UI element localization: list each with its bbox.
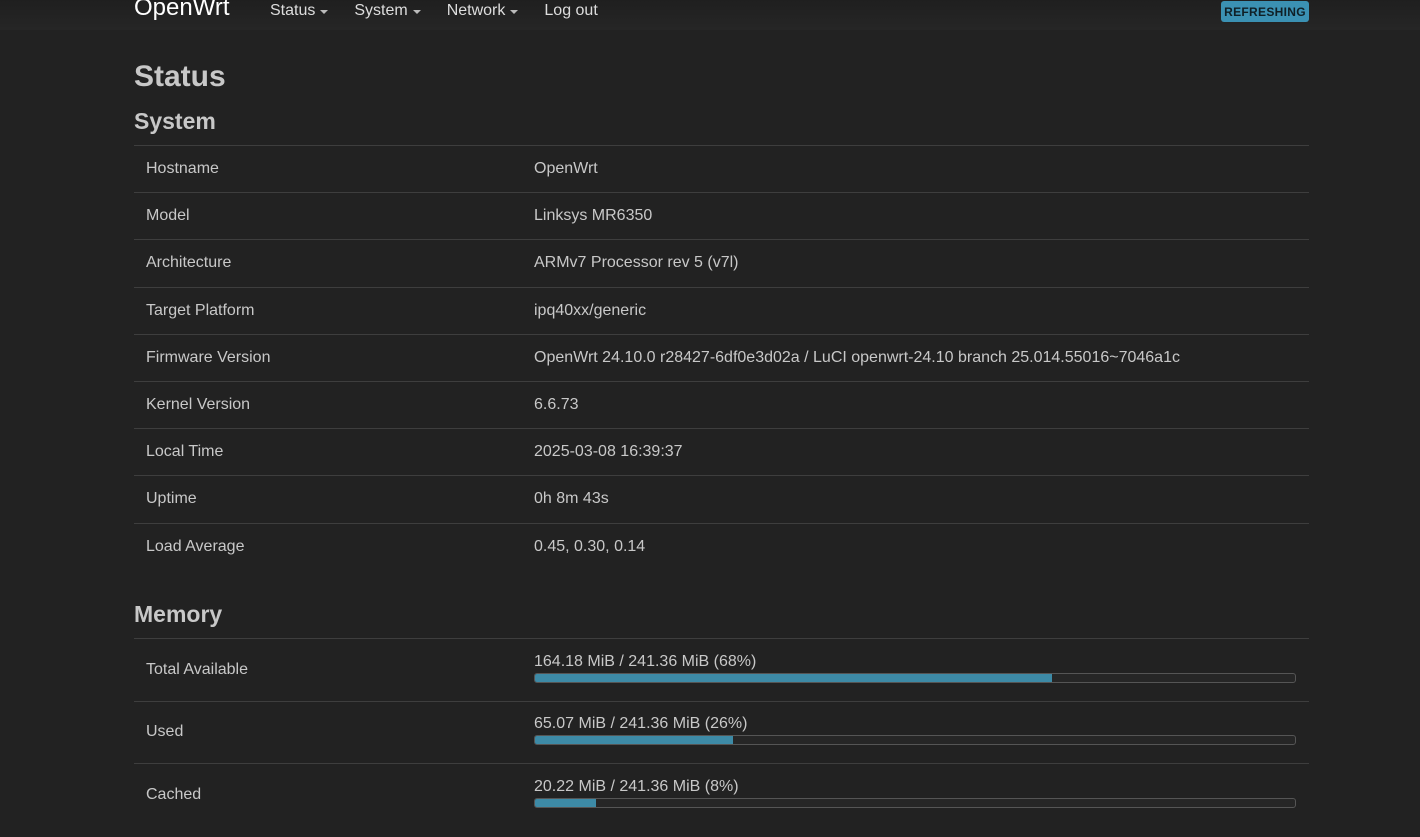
- table-row: Firmware Version OpenWrt 24.10.0 r28427-6…: [134, 334, 1309, 381]
- memory-progress-bar: [534, 735, 1296, 746]
- system-field-label: Load Average: [146, 537, 245, 555]
- system-section-heading: System: [134, 108, 216, 134]
- memory-usage-cell: 164.18 MiB / 241.36 MiB (68%): [522, 639, 1309, 702]
- memory-progress-bar: [534, 672, 1296, 683]
- memory-usage-cell: 20.22 MiB / 241.36 MiB (8%): [522, 764, 1309, 827]
- memory-usage-text: 20.22 MiB / 241.36 MiB (8%): [534, 778, 739, 795]
- system-field-value: ARMv7 Processor rev 5 (v7l): [534, 254, 739, 272]
- nav-logout-label: Log out: [544, 2, 598, 19]
- nav-status-label: Status: [270, 2, 316, 19]
- system-field-label: Architecture: [146, 254, 232, 272]
- memory-progress-fill: [535, 799, 596, 807]
- memory-field-label: Total Available: [146, 660, 248, 678]
- table-row: Local Time 2025-03-08 16:39:37: [134, 428, 1309, 476]
- table-row: Uptime 0h 8m 43s: [134, 475, 1309, 523]
- nav-network-label: Network: [446, 2, 506, 19]
- chevron-down-icon: [510, 10, 519, 14]
- table-row: Kernel Version 6.6.73: [134, 381, 1309, 428]
- memory-field-label: Used: [146, 723, 184, 741]
- memory-section-heading: Memory: [134, 601, 223, 627]
- system-field-value: OpenWrt: [534, 160, 598, 178]
- table-row: Total Available 164.18 MiB / 241.36 MiB (…: [134, 638, 1309, 702]
- chevron-down-icon: [412, 10, 421, 14]
- system-field-value: 0h 8m 43s: [534, 490, 609, 508]
- system-field-label: Firmware Version: [146, 348, 271, 366]
- memory-progress-fill: [535, 673, 1052, 682]
- refreshing-badge[interactable]: REFRESHING: [1221, 1, 1309, 22]
- table-row: Hostname OpenWrt: [134, 145, 1309, 193]
- memory-field-label: Cached: [146, 786, 202, 803]
- nav-system-label: System: [354, 2, 408, 19]
- system-field-value: ipq40xx/generic: [534, 301, 647, 319]
- system-field-label: Uptime: [146, 490, 197, 508]
- table-row: Used 65.07 MiB / 241.36 MiB (26%): [134, 701, 1309, 764]
- table-row: Cached 20.22 MiB / 241.36 MiB (8%): [134, 763, 1309, 827]
- system-field-label: Hostname: [146, 160, 219, 178]
- nav-status-menu[interactable]: Status: [270, 0, 329, 22]
- main-nav: Status System Network Log out: [270, 0, 624, 22]
- system-field-value: 0.45, 0.30, 0.14: [534, 537, 646, 555]
- brand-logo[interactable]: OpenWrt: [134, 0, 230, 22]
- system-field-label: Local Time: [146, 443, 224, 461]
- table-row: Target Platform ipq40xx/generic: [134, 287, 1309, 334]
- system-field-value: 6.6.73: [534, 396, 579, 414]
- system-field-label: Kernel Version: [146, 396, 251, 414]
- chevron-down-icon: [320, 10, 329, 14]
- top-navbar: OpenWrt Status System Network Log out RE…: [0, 0, 1420, 30]
- page-title: Status: [134, 60, 226, 93]
- memory-info-table: Total Available 164.18 MiB / 241.36 MiB (…: [134, 638, 1309, 826]
- system-field-value: 2025-03-08 16:39:37: [534, 443, 683, 461]
- system-info-table: Hostname OpenWrt Model Linksys MR6350 Archit…: [134, 145, 1309, 570]
- system-field-value: Linksys MR6350: [534, 207, 653, 225]
- table-row: Model Linksys MR6350: [134, 192, 1309, 240]
- nav-system-menu[interactable]: System: [354, 0, 421, 22]
- memory-usage-cell: 65.07 MiB / 241.36 MiB (26%): [522, 701, 1309, 764]
- nav-network-menu[interactable]: Network: [447, 0, 519, 22]
- memory-progress-bar: [534, 798, 1296, 808]
- system-field-value: OpenWrt 24.10.0 r28427-6df0e3d02a / LuCI…: [534, 348, 1180, 366]
- table-row: Load Average 0.45, 0.30, 0.14: [134, 523, 1309, 570]
- nav-logout-link[interactable]: Log out: [544, 0, 597, 22]
- memory-usage-text: 164.18 MiB / 241.36 MiB (68%): [534, 652, 757, 670]
- system-field-label: Target Platform: [146, 301, 255, 319]
- table-row: Architecture ARMv7 Processor rev 5 (v7l): [134, 239, 1309, 287]
- system-field-label: Model: [146, 207, 190, 225]
- memory-progress-fill: [535, 736, 733, 745]
- memory-usage-text: 65.07 MiB / 241.36 MiB (26%): [534, 715, 748, 733]
